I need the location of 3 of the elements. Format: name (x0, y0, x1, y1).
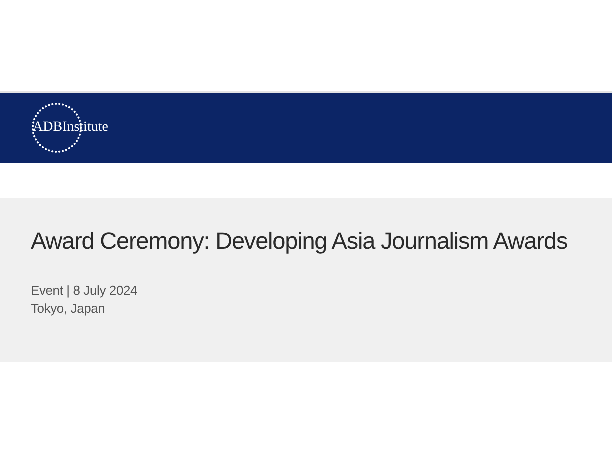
event-meta: Event | 8 July 2024 (31, 283, 139, 298)
event-location: Tokyo, Japan (31, 301, 106, 316)
event-title: Award Ceremony: Developing Asia Journalism Awards (31, 228, 569, 255)
